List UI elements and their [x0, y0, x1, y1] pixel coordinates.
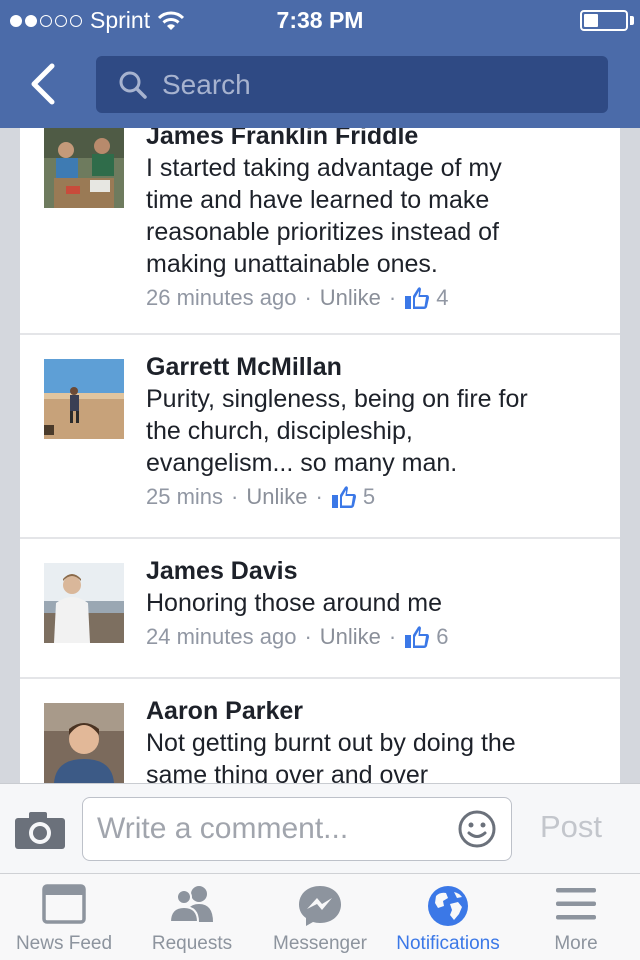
camera-button[interactable] — [14, 810, 66, 855]
tab-icon-wrap — [128, 884, 256, 928]
battery-nub — [630, 16, 634, 25]
separator-dot: · — [304, 285, 312, 310]
comment-text-line: Purity, singleness, being on fire for — [146, 385, 528, 413]
comment-item: James Davis Honoring those around me 24 … — [20, 539, 620, 679]
globe-icon — [428, 886, 468, 926]
chevron-left-icon — [31, 63, 55, 105]
comment-composer: Post — [0, 783, 640, 873]
tab-news-feed[interactable]: News Feed — [0, 874, 128, 960]
search-input[interactable] — [162, 68, 562, 101]
profile-photo-icon — [44, 703, 124, 783]
avatar[interactable] — [44, 128, 124, 208]
separator-dot: · — [388, 285, 397, 310]
menu-icon — [556, 888, 596, 920]
comment-item: James Franklin Friddle I started taking … — [20, 128, 620, 335]
unlike-link[interactable]: Unlike — [320, 282, 381, 314]
comment-text-line: evangelism... so many man. — [146, 449, 458, 477]
tab-more[interactable]: More — [512, 874, 640, 960]
comment-body: Garrett McMillan Purity, singleness, bei… — [146, 351, 600, 513]
comment-timestamp: 24 minutes ago — [146, 624, 297, 649]
post-button[interactable]: Post — [540, 809, 602, 845]
comments-feed[interactable]: James Franklin Friddle I started taking … — [20, 128, 620, 783]
separator-dot: · — [315, 484, 323, 509]
smiley-icon — [458, 810, 496, 848]
news-feed-icon — [42, 884, 86, 924]
friend-requests-icon — [168, 886, 213, 923]
comment-meta: 25 mins · Unlike · 5 — [146, 481, 600, 513]
comment-body: James Franklin Friddle I started taking … — [146, 128, 600, 314]
comment-meta: 24 minutes ago · Unlike · 6 — [146, 621, 600, 653]
avatar[interactable] — [44, 563, 124, 643]
unlike-link[interactable]: Unlike — [246, 481, 307, 513]
comment-text-line: making unattainable ones. — [146, 250, 438, 278]
comment-author[interactable]: James Davis — [146, 555, 600, 587]
thumbs-up-icon — [331, 486, 356, 508]
status-time: 7:38 PM — [276, 7, 364, 33]
comment-body: Aaron Parker Not getting burnt out by do… — [146, 695, 600, 783]
comment-text-line: Not getting burnt out by doing the — [146, 729, 516, 757]
unlike-link[interactable]: Unlike — [320, 621, 381, 653]
comment-text-line: I started taking advantage of my — [146, 154, 502, 182]
comment-text-line: the church, discipleship, — [146, 417, 413, 445]
comment-text-line: time and have learned to make — [146, 186, 490, 214]
thumbs-up-icon — [405, 626, 430, 648]
tab-icon-wrap — [512, 884, 640, 928]
tab-label: Requests — [151, 933, 233, 954]
thumbs-up-icon — [405, 287, 430, 309]
tab-icon-wrap — [256, 884, 384, 928]
comment-item: Garrett McMillan Purity, singleness, bei… — [20, 335, 620, 539]
tab-icon-wrap — [384, 884, 512, 928]
separator-dot: · — [304, 624, 312, 649]
comment-timestamp: 26 minutes ago — [146, 285, 297, 310]
profile-photo-icon — [44, 128, 124, 208]
comment-timestamp: 25 mins — [146, 484, 224, 509]
comment-author[interactable]: James Franklin Friddle — [146, 128, 600, 152]
separator-dot: · — [388, 624, 397, 649]
tab-bar: News Feed Requests Messenger Notificatio… — [0, 873, 640, 960]
comment-input[interactable] — [97, 810, 437, 848]
avatar[interactable] — [44, 359, 124, 439]
top-header: Sprint 7:38 PM — [0, 0, 640, 128]
battery-icon — [580, 10, 628, 31]
profile-photo-icon — [44, 563, 124, 643]
tab-label: Notifications — [396, 933, 500, 954]
comment-author[interactable]: Aaron Parker — [146, 695, 600, 727]
tab-messenger[interactable]: Messenger — [256, 874, 384, 960]
profile-photo-icon — [44, 359, 124, 439]
comment-meta: 26 minutes ago · Unlike · 4 — [146, 282, 600, 314]
comment-text-line: same thing over and over — [146, 761, 429, 783]
comment-input-box[interactable] — [82, 797, 512, 861]
messenger-icon — [299, 886, 341, 926]
comment-text-line: Honoring those around me — [146, 589, 443, 617]
tab-label: Messenger — [273, 933, 367, 954]
search-icon — [119, 71, 147, 99]
comment-author[interactable]: Garrett McMillan — [146, 351, 600, 383]
search-bar[interactable] — [96, 56, 608, 113]
like-count[interactable]: 6 — [436, 621, 448, 653]
tab-label: More — [554, 933, 598, 954]
battery-level — [584, 14, 598, 27]
camera-icon — [15, 812, 65, 849]
like-count[interactable]: 4 — [436, 282, 448, 314]
status-bar: Sprint 7:38 PM — [0, 0, 640, 40]
sticker-button[interactable] — [457, 809, 497, 854]
separator-dot: · — [231, 484, 239, 509]
comment-body: James Davis Honoring those around me 24 … — [146, 555, 600, 653]
tab-requests[interactable]: Requests — [128, 874, 256, 960]
avatar[interactable] — [44, 703, 124, 783]
tab-notifications[interactable]: Notifications — [384, 874, 512, 960]
comment-text-line: reasonable prioritizes instead of — [146, 218, 499, 246]
back-button[interactable] — [22, 60, 66, 108]
like-count[interactable]: 5 — [363, 481, 375, 513]
comment-item: Aaron Parker Not getting burnt out by do… — [20, 679, 620, 783]
tab-icon-wrap — [0, 884, 128, 928]
